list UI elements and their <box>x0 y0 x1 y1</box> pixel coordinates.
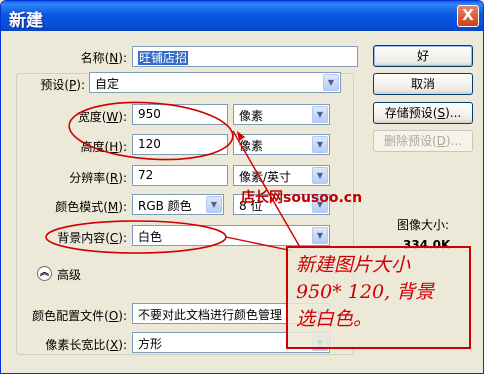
new-document-dialog: 新建 X 名称(N): 旺铺店招 预设(P): 自定 ▼ 宽度(W): 950 … <box>0 0 484 374</box>
dialog-title: 新建 <box>9 11 43 31</box>
save-preset-button[interactable]: 存储预设(S)... <box>373 102 473 124</box>
chevron-down-icon[interactable]: ▼ <box>312 167 328 184</box>
chevron-down-icon[interactable]: ▼ <box>206 196 222 213</box>
color-profile-label: 颜色配置文件(O): <box>32 309 127 323</box>
background-value: 白色 <box>138 230 163 244</box>
color-mode-value: RGB 颜色 <box>138 199 192 213</box>
image-size-label: 图像大小: <box>397 218 450 232</box>
annotation-note-line: 选白色。 <box>296 308 373 330</box>
chevron-down-icon[interactable]: ▼ <box>312 136 328 153</box>
color-mode-label: 颜色模式(M): <box>55 200 127 214</box>
name-input-value: 旺铺店招 <box>138 51 189 65</box>
height-unit-value: 像素 <box>239 139 264 153</box>
close-icon: X <box>462 6 474 24</box>
annotation-note-line: 950* 120, 背景 <box>296 281 435 303</box>
resolution-label: 分辨率(R): <box>69 171 127 185</box>
chevron-down-icon[interactable]: ▼ <box>312 227 328 244</box>
height-label: 高度(H): <box>80 140 127 154</box>
preset-select[interactable]: 自定 ▼ <box>89 72 341 93</box>
color-profile-value: 不要对此文档进行颜色管理 <box>138 308 283 322</box>
chevron-down-icon[interactable]: ▼ <box>312 106 328 123</box>
expand-advanced-icon[interactable]: ︽ <box>37 266 52 281</box>
resolution-input[interactable]: 72 <box>132 165 228 186</box>
name-label: 名称(N): <box>80 51 127 65</box>
background-label: 背景内容(C): <box>57 231 127 245</box>
pixel-aspect-label: 像素长宽比(X): <box>45 338 127 352</box>
delete-preset-button[interactable]: 删除预设(D)... <box>373 130 473 152</box>
close-button[interactable]: X <box>457 5 479 27</box>
advanced-label: 高级 <box>57 268 82 282</box>
name-input[interactable]: 旺铺店招 <box>132 46 358 67</box>
width-input[interactable]: 950 <box>132 104 228 125</box>
width-unit-select[interactable]: 像素 ▼ <box>233 104 330 125</box>
cancel-button[interactable]: 取消 <box>373 73 473 95</box>
title-bar[interactable]: 新建 X <box>1 1 483 31</box>
background-select[interactable]: 白色 ▼ <box>132 225 330 246</box>
resolution-unit-value: 像素/英寸 <box>239 170 292 184</box>
preset-value: 自定 <box>95 77 120 91</box>
preset-label: 预设(P): <box>40 78 85 92</box>
pixel-aspect-value: 方形 <box>138 337 163 351</box>
width-label: 宽度(W): <box>77 110 127 124</box>
ok-button[interactable]: 好 <box>373 45 473 67</box>
width-unit-value: 像素 <box>239 109 264 123</box>
watermark-text: 店长网sousoo.cn <box>241 190 363 206</box>
annotation-note: 新建图片大小 950* 120, 背景 选白色。 <box>286 246 471 349</box>
annotation-note-line: 新建图片大小 <box>296 254 411 276</box>
chevron-down-icon[interactable]: ▼ <box>323 74 339 91</box>
color-mode-select[interactable]: RGB 颜色 ▼ <box>132 194 224 215</box>
resolution-unit-select[interactable]: 像素/英寸 ▼ <box>233 165 330 186</box>
height-unit-select[interactable]: 像素 ▼ <box>233 134 330 155</box>
height-input[interactable]: 120 <box>132 134 228 155</box>
